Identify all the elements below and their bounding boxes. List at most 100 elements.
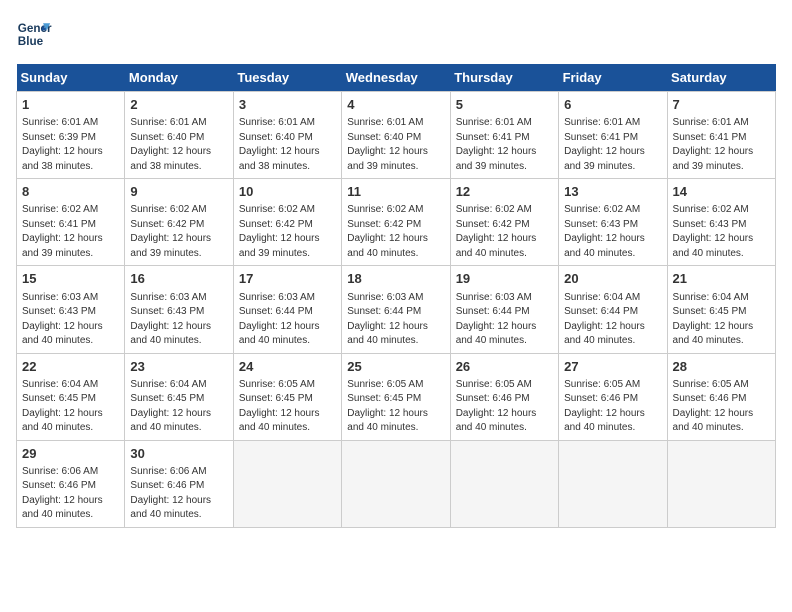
day-info: Sunrise: 6:03 AMSunset: 6:43 PMDaylight:… [22, 291, 119, 349]
calendar-day-cell: 20 Sunrise: 6:04 AMSunset: 6:44 PMDayligh… [559, 266, 667, 353]
calendar-day-cell: 25 Sunrise: 6:05 AMSunset: 6:45 PMDayligh… [342, 353, 450, 440]
calendar-day-cell: 8 Sunrise: 6:02 AMSunset: 6:41 PMDaylight… [17, 179, 125, 266]
weekday-header: Friday [559, 64, 667, 92]
calendar-day-cell: 14Sunrise: 6:02 AMSunset: 6:43 PMDayligh… [667, 179, 775, 266]
weekday-header: Thursday [450, 64, 558, 92]
day-number: 7 [673, 96, 770, 114]
day-info: Sunrise: 6:01 AMSunset: 6:41 PMDaylight:… [564, 116, 661, 174]
day-info: Sunrise: 6:01 AMSunset: 6:41 PMDaylight:… [456, 116, 553, 174]
day-number: 20 [564, 270, 661, 288]
day-number: 9 [130, 183, 227, 201]
day-info: Sunrise: 6:03 AMSunset: 6:44 PMDaylight:… [239, 291, 336, 349]
day-info: Sunrise: 6:04 AMSunset: 6:45 PMDaylight:… [673, 291, 770, 349]
day-info: Sunrise: 6:03 AMSunset: 6:43 PMDaylight:… [130, 291, 227, 349]
day-info: Sunrise: 6:02 AMSunset: 6:43 PMDaylight:… [564, 203, 661, 261]
weekday-header: Wednesday [342, 64, 450, 92]
day-info: Sunrise: 6:05 AMSunset: 6:45 PMDaylight:… [239, 378, 336, 436]
calendar-day-cell: 22Sunrise: 6:04 AMSunset: 6:45 PMDayligh… [17, 353, 125, 440]
calendar-day-cell: 16 Sunrise: 6:03 AMSunset: 6:43 PMDayligh… [125, 266, 233, 353]
day-number: 21 [673, 270, 770, 288]
day-number: 1 [22, 96, 119, 114]
calendar-day-cell [559, 440, 667, 527]
day-number: 23 [130, 358, 227, 376]
day-info: Sunrise: 6:06 AMSunset: 6:46 PMDaylight:… [22, 465, 119, 523]
logo: General Blue [16, 16, 52, 52]
calendar-week-row: 8 Sunrise: 6:02 AMSunset: 6:41 PMDaylight… [17, 179, 776, 266]
calendar-day-cell: 17 Sunrise: 6:03 AMSunset: 6:44 PMDayligh… [233, 266, 341, 353]
day-info: Sunrise: 6:01 AMSunset: 6:40 PMDaylight:… [239, 116, 336, 174]
calendar-week-row: 15 Sunrise: 6:03 AMSunset: 6:43 PMDayligh… [17, 266, 776, 353]
day-info: Sunrise: 6:06 AMSunset: 6:46 PMDaylight:… [130, 465, 227, 523]
day-number: 3 [239, 96, 336, 114]
calendar-day-cell: 18 Sunrise: 6:03 AMSunset: 6:44 PMDayligh… [342, 266, 450, 353]
logo-icon: General Blue [16, 16, 52, 52]
calendar-day-cell: 12 Sunrise: 6:02 AMSunset: 6:42 PMDayligh… [450, 179, 558, 266]
day-info: Sunrise: 6:05 AMSunset: 6:46 PMDaylight:… [456, 378, 553, 436]
day-info: Sunrise: 6:05 AMSunset: 6:46 PMDaylight:… [673, 378, 770, 436]
calendar-day-cell: 1Sunrise: 6:01 AMSunset: 6:39 PMDaylight… [17, 92, 125, 179]
calendar-day-cell: 6Sunrise: 6:01 AMSunset: 6:41 PMDaylight… [559, 92, 667, 179]
day-info: Sunrise: 6:04 AMSunset: 6:45 PMDaylight:… [130, 378, 227, 436]
day-number: 18 [347, 270, 444, 288]
calendar-day-cell: 13 Sunrise: 6:02 AMSunset: 6:43 PMDayligh… [559, 179, 667, 266]
day-number: 30 [130, 445, 227, 463]
day-number: 16 [130, 270, 227, 288]
day-number: 15 [22, 270, 119, 288]
calendar-day-cell: 4 Sunrise: 6:01 AMSunset: 6:40 PMDaylight… [342, 92, 450, 179]
calendar-day-cell: 2 Sunrise: 6:01 AMSunset: 6:40 PMDaylight… [125, 92, 233, 179]
calendar-day-cell: 5 Sunrise: 6:01 AMSunset: 6:41 PMDaylight… [450, 92, 558, 179]
day-number: 29 [22, 445, 119, 463]
calendar-day-cell [342, 440, 450, 527]
day-number: 4 [347, 96, 444, 114]
calendar-day-cell: 9 Sunrise: 6:02 AMSunset: 6:42 PMDaylight… [125, 179, 233, 266]
day-number: 2 [130, 96, 227, 114]
day-info: Sunrise: 6:02 AMSunset: 6:42 PMDaylight:… [347, 203, 444, 261]
weekday-header: Tuesday [233, 64, 341, 92]
day-info: Sunrise: 6:05 AMSunset: 6:46 PMDaylight:… [564, 378, 661, 436]
day-info: Sunrise: 6:04 AMSunset: 6:45 PMDaylight:… [22, 378, 119, 436]
calendar-day-cell: 24Sunrise: 6:05 AMSunset: 6:45 PMDayligh… [233, 353, 341, 440]
page-header: General Blue [16, 16, 776, 52]
calendar-day-cell: 29 Sunrise: 6:06 AMSunset: 6:46 PMDayligh… [17, 440, 125, 527]
day-info: Sunrise: 6:03 AMSunset: 6:44 PMDaylight:… [347, 291, 444, 349]
calendar-day-cell: 15 Sunrise: 6:03 AMSunset: 6:43 PMDayligh… [17, 266, 125, 353]
day-number: 11 [347, 183, 444, 201]
day-number: 19 [456, 270, 553, 288]
day-number: 8 [22, 183, 119, 201]
calendar-day-cell: 19 Sunrise: 6:03 AMSunset: 6:44 PMDayligh… [450, 266, 558, 353]
calendar-week-row: 29 Sunrise: 6:06 AMSunset: 6:46 PMDayligh… [17, 440, 776, 527]
day-info: Sunrise: 6:01 AMSunset: 6:40 PMDaylight:… [347, 116, 444, 174]
day-number: 28 [673, 358, 770, 376]
calendar-day-cell [450, 440, 558, 527]
day-info: Sunrise: 6:02 AMSunset: 6:42 PMDaylight:… [239, 203, 336, 261]
weekday-header: Sunday [17, 64, 125, 92]
day-info: Sunrise: 6:02 AMSunset: 6:42 PMDaylight:… [456, 203, 553, 261]
day-info: Sunrise: 6:02 AMSunset: 6:41 PMDaylight:… [22, 203, 119, 261]
day-info: Sunrise: 6:02 AMSunset: 6:43 PMDaylight:… [673, 203, 770, 261]
calendar-day-cell: 30 Sunrise: 6:06 AMSunset: 6:46 PMDayligh… [125, 440, 233, 527]
calendar-day-cell: 28 Sunrise: 6:05 AMSunset: 6:46 PMDayligh… [667, 353, 775, 440]
calendar-week-row: 22Sunrise: 6:04 AMSunset: 6:45 PMDayligh… [17, 353, 776, 440]
day-info: Sunrise: 6:01 AMSunset: 6:40 PMDaylight:… [130, 116, 227, 174]
day-info: Sunrise: 6:05 AMSunset: 6:45 PMDaylight:… [347, 378, 444, 436]
day-info: Sunrise: 6:02 AMSunset: 6:42 PMDaylight:… [130, 203, 227, 261]
calendar-day-cell: 11 Sunrise: 6:02 AMSunset: 6:42 PMDayligh… [342, 179, 450, 266]
day-info: Sunrise: 6:03 AMSunset: 6:44 PMDaylight:… [456, 291, 553, 349]
day-number: 26 [456, 358, 553, 376]
weekday-header: Monday [125, 64, 233, 92]
calendar-table: SundayMondayTuesdayWednesdayThursdayFrid… [16, 64, 776, 528]
day-number: 12 [456, 183, 553, 201]
day-number: 13 [564, 183, 661, 201]
calendar-day-cell: 26 Sunrise: 6:05 AMSunset: 6:46 PMDayligh… [450, 353, 558, 440]
calendar-day-cell [667, 440, 775, 527]
svg-text:Blue: Blue [18, 35, 44, 48]
day-number: 17 [239, 270, 336, 288]
calendar-week-row: 1Sunrise: 6:01 AMSunset: 6:39 PMDaylight… [17, 92, 776, 179]
day-info: Sunrise: 6:04 AMSunset: 6:44 PMDaylight:… [564, 291, 661, 349]
header-row: SundayMondayTuesdayWednesdayThursdayFrid… [17, 64, 776, 92]
day-number: 5 [456, 96, 553, 114]
calendar-day-cell: 7 Sunrise: 6:01 AMSunset: 6:41 PMDaylight… [667, 92, 775, 179]
day-info: Sunrise: 6:01 AMSunset: 6:41 PMDaylight:… [673, 116, 770, 174]
calendar-day-cell: 10Sunrise: 6:02 AMSunset: 6:42 PMDayligh… [233, 179, 341, 266]
day-number: 25 [347, 358, 444, 376]
